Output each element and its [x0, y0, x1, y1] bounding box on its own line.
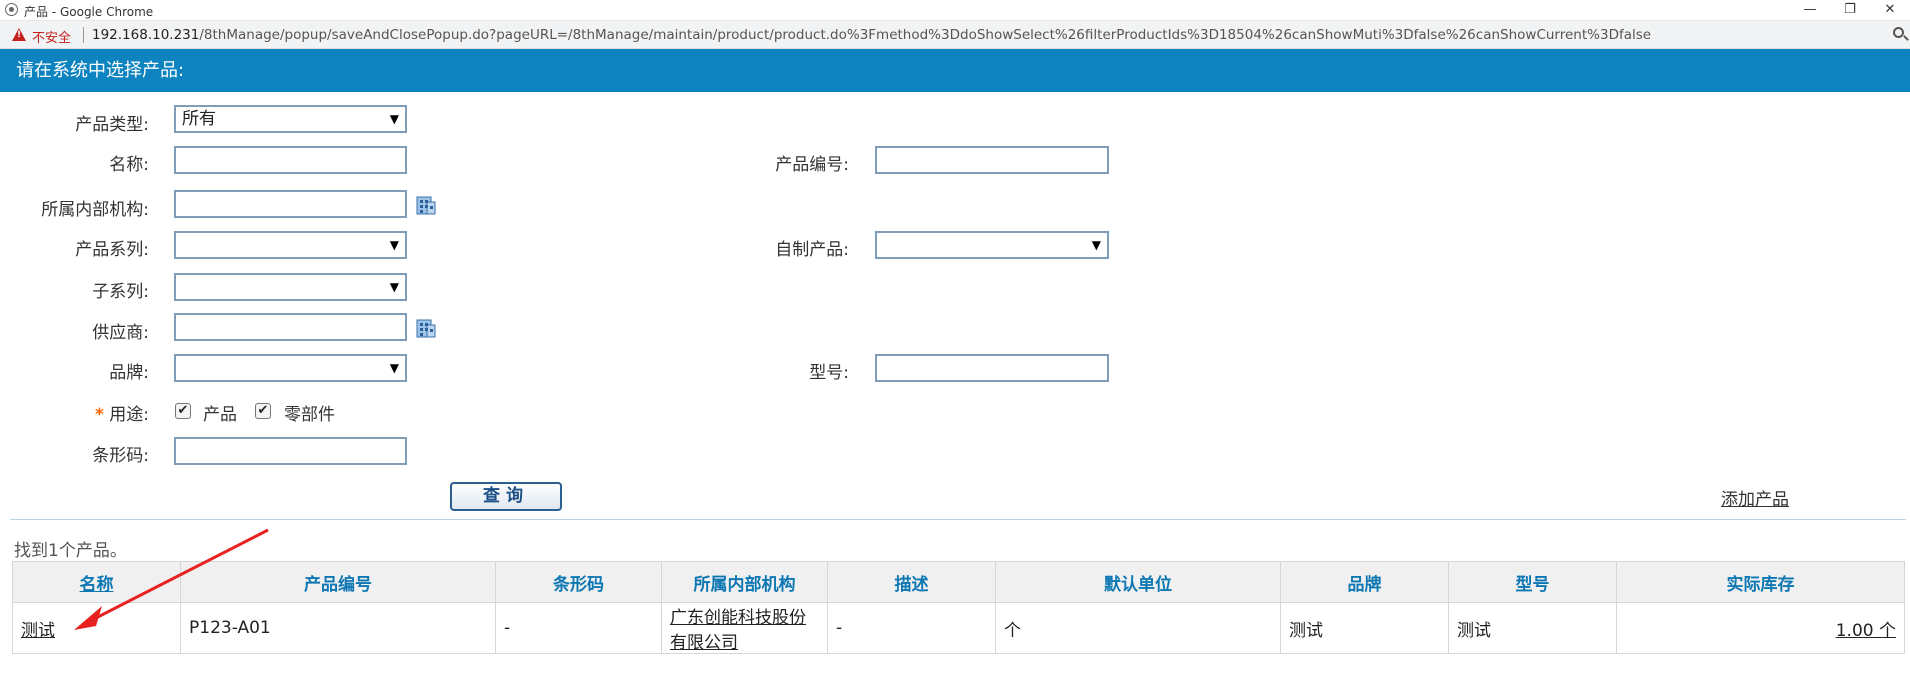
annotation-arrow [74, 528, 269, 630]
